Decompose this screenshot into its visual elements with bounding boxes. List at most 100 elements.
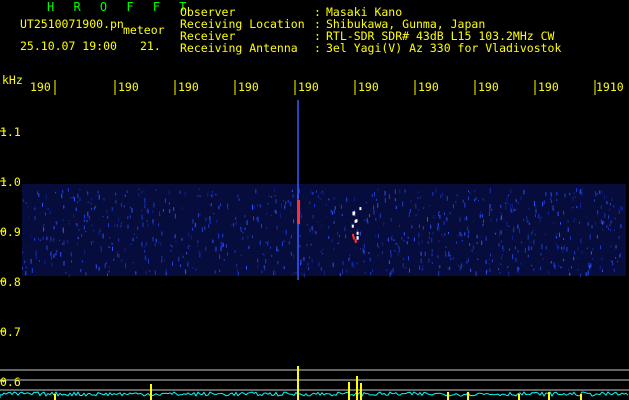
noise-speck: [359, 248, 361, 250]
noise-speck: [138, 188, 140, 191]
noise-speck: [145, 271, 147, 275]
noise-speck: [34, 207, 36, 211]
noise-speck: [22, 199, 24, 202]
noise-speck: [490, 218, 492, 222]
noise-speck: [28, 246, 30, 248]
noise-speck: [389, 272, 391, 278]
noise-speck: [158, 241, 160, 244]
noise-speck: [432, 231, 434, 236]
noise-speck: [421, 240, 423, 243]
noise-speck: [439, 265, 441, 268]
noise-speck: [428, 236, 430, 240]
noise-speck: [556, 246, 558, 248]
noise-speck: [137, 226, 139, 230]
noise-speck: [198, 250, 200, 254]
noise-speck: [124, 247, 126, 252]
noise-speck: [98, 194, 100, 200]
noise-speck: [409, 209, 411, 213]
noise-speck: [182, 255, 184, 258]
noise-speck: [52, 255, 54, 258]
noise-speck: [38, 193, 40, 197]
noise-speck: [259, 204, 261, 208]
noise-speck: [93, 230, 95, 232]
noise-speck: [555, 243, 557, 245]
noise-speck: [152, 236, 154, 242]
noise-speck: [418, 232, 420, 238]
noise-speck: [85, 272, 87, 276]
noise-speck: [197, 213, 199, 218]
noise-speck: [155, 189, 157, 191]
noise-speck: [163, 209, 164, 212]
noise-speck: [408, 256, 409, 261]
noise-speck: [553, 262, 555, 268]
noise-speck: [212, 239, 214, 243]
noise-speck: [152, 210, 154, 214]
noise-speck: [328, 236, 330, 239]
noise-speck: [596, 194, 598, 196]
noise-speck: [446, 217, 448, 222]
noise-speck: [518, 271, 519, 274]
noise-speck: [182, 207, 184, 209]
noise-speck: [613, 205, 615, 208]
noise-speck: [567, 220, 569, 223]
noise-speck: [325, 203, 327, 206]
noise-speck: [615, 218, 616, 220]
noise-speck: [464, 202, 466, 208]
noise-speck: [197, 244, 199, 247]
noise-speck: [141, 208, 143, 212]
noise-speck: [515, 199, 517, 203]
noise-speck: [581, 250, 583, 254]
noise-speck: [513, 208, 515, 212]
noise-speck: [283, 240, 285, 242]
noise-speck: [207, 192, 209, 197]
noise-speck: [489, 188, 491, 194]
noise-speck: [523, 189, 525, 195]
noise-speck: [528, 245, 529, 247]
noise-speck: [411, 225, 413, 229]
noise-speck: [154, 243, 156, 247]
noise-speck: [160, 242, 162, 246]
noise-speck: [275, 210, 277, 214]
noise-speck: [445, 246, 447, 248]
noise-speck: [394, 250, 396, 252]
noise-speck: [435, 188, 437, 193]
noise-speck: [71, 196, 73, 198]
noise-speck: [528, 207, 530, 210]
noise-speck: [531, 246, 533, 250]
noise-speck: [405, 267, 407, 269]
noise-speck: [210, 203, 212, 207]
noise-speck: [468, 196, 469, 201]
noise-speck: [395, 205, 397, 210]
noise-speck: [429, 231, 430, 235]
noise-speck: [261, 223, 262, 229]
noise-speck: [548, 270, 550, 274]
noise-speck: [237, 271, 239, 276]
noise-speck: [129, 215, 131, 219]
noise-speck: [557, 245, 559, 250]
noise-speck: [489, 207, 491, 212]
noise-speck: [582, 188, 584, 190]
noise-speck: [53, 226, 55, 230]
noise-speck: [317, 221, 319, 223]
noise-speck: [482, 198, 484, 201]
noise-speck: [27, 206, 29, 208]
noise-speck: [378, 246, 380, 248]
noise-speck: [275, 199, 277, 204]
noise-speck: [579, 189, 581, 195]
spectrogram-canvas: [0, 80, 629, 400]
noise-speck: [92, 241, 94, 243]
noise-speck: [576, 206, 578, 209]
noise-speck: [498, 268, 500, 270]
noise-speck: [71, 260, 72, 263]
noise-speck: [408, 212, 410, 217]
noise-speck: [413, 237, 415, 242]
noise-speck: [235, 217, 237, 220]
noise-speck: [449, 211, 451, 215]
noise-speck: [532, 229, 534, 233]
noise-speck: [369, 257, 371, 262]
noise-speck: [35, 255, 37, 260]
noise-speck: [289, 201, 291, 207]
noise-speck: [73, 214, 75, 218]
noise-speck: [612, 260, 614, 266]
noise-speck: [604, 213, 606, 218]
